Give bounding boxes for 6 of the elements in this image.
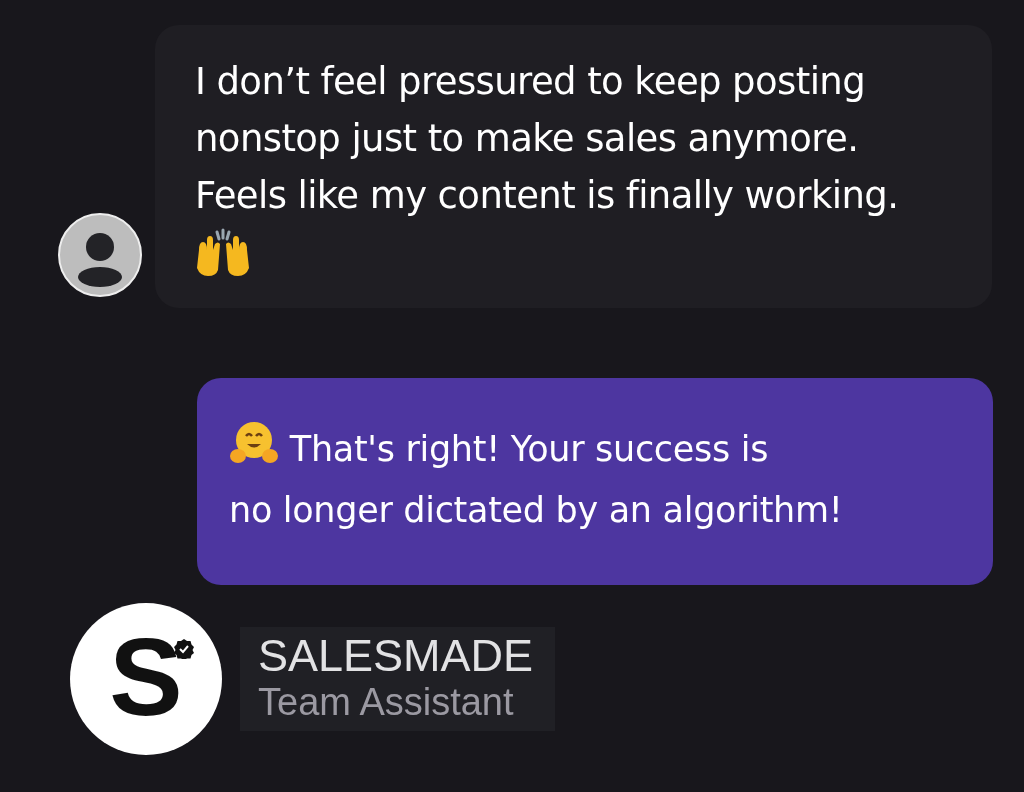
sender-role: Team Assistant [258, 680, 515, 725]
avatar-icon [58, 213, 142, 297]
logo-letter: S [109, 622, 183, 732]
message-text: I don’t feel pressured to keep posting nonstop just to make sales anymore. Feels like my content is finally working. [195, 59, 900, 219]
sender-name: SALESMADE [258, 631, 534, 681]
message-text: That's right! Your success is no longer dictated by an algorithm! [229, 418, 963, 537]
